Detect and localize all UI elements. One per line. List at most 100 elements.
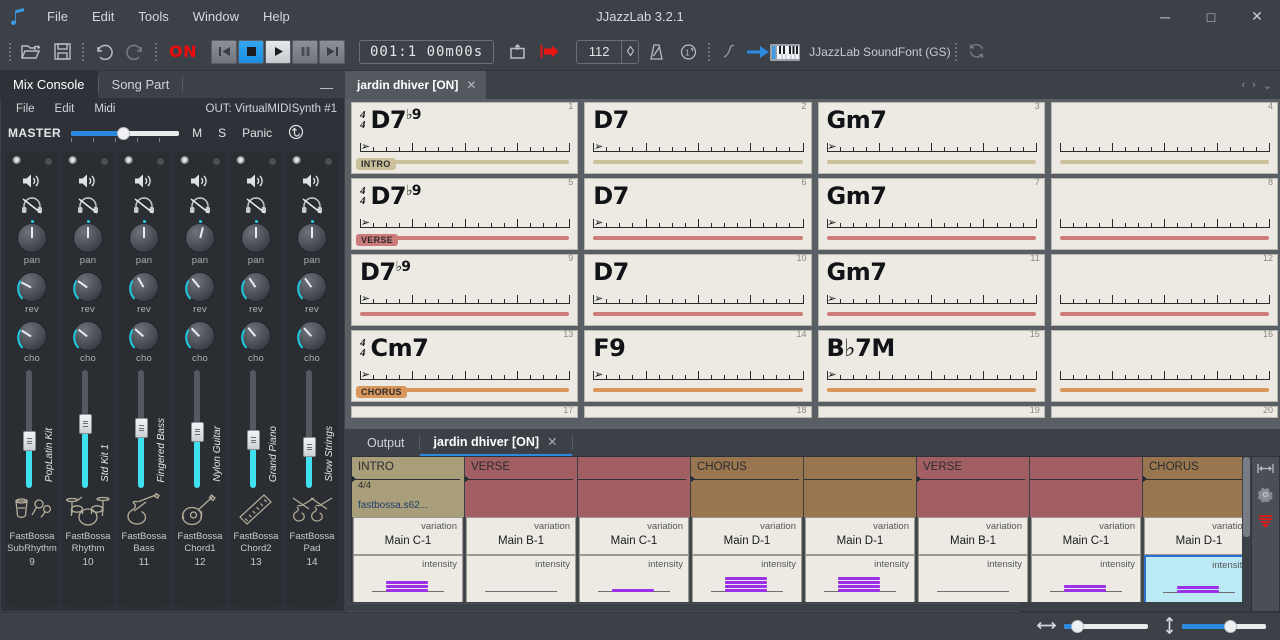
menu-help[interactable]: Help [252,5,301,28]
tab-song-structure[interactable]: jardin dhiver [ON] ✕ [420,429,572,456]
loop-playback-icon[interactable] [502,38,532,66]
intensity-cell[interactable]: intensity [1031,555,1141,605]
knob-cho[interactable]: cho [129,321,159,364]
editor-hscrollbar-area[interactable] [348,603,1020,612]
settings-gear-icon[interactable]: ✺ [68,156,77,167]
settings-gear-icon[interactable]: ✺ [236,156,245,167]
knob-dial[interactable] [73,321,103,351]
intensity-widget[interactable] [937,576,1009,598]
chord-symbol[interactable]: F9 [593,335,625,362]
vscroll-thumb[interactable] [1243,457,1250,537]
variation-cell[interactable]: variation Main B-1 [466,517,576,555]
knob-pan[interactable]: pan [241,223,271,266]
chord-symbol[interactable]: D7 [593,183,629,210]
knob-cho[interactable]: cho [241,321,271,364]
knob-dial[interactable] [185,272,215,302]
song-part-column[interactable]: VERSE variation Main B-1 intensity [917,457,1030,611]
knob-dial[interactable] [185,223,215,253]
editor-hscrollbar-thumb[interactable] [348,604,1020,611]
knob-pan[interactable]: pan [129,223,159,266]
chord-sheet-bar[interactable]: 2 D7 ➢ [584,102,811,174]
spinner-updown-icon[interactable] [621,41,638,63]
chord-symbol[interactable]: Gm7 [827,259,887,286]
master-mute-button[interactable]: M [189,126,205,140]
chord-sheet-bar[interactable]: 13 44Cm7 ➢ CHORUS [351,330,578,402]
knob-cho[interactable]: cho [17,321,47,364]
vertical-zoom-slider[interactable] [1182,620,1266,633]
chord-symbol[interactable]: D7♭9 [371,183,421,210]
horizontal-zoom-slider[interactable] [1064,620,1148,633]
tab-next-icon[interactable]: › [1252,79,1256,91]
chord-symbol[interactable]: B♭7M [827,335,895,362]
variation-cell[interactable]: variation Main D-1 [805,517,915,555]
volume-fader-area[interactable]: Slow Strings [286,370,338,488]
chord-sheet-bar[interactable]: 8 [1051,178,1278,250]
variation-cell[interactable]: variation Main C-1 [579,517,689,555]
intensity-widget[interactable] [1050,576,1122,598]
volume-fader-area[interactable]: Std Kit 1 [62,370,114,488]
volume-fader[interactable] [135,370,146,488]
intensity-cell[interactable]: intensity [579,555,689,605]
chord-sheet-bar[interactable]: 7 Gm7 ➢ [818,178,1045,250]
section-marker[interactable]: CHORUS [356,386,407,398]
knob-rev[interactable]: rev [73,272,103,315]
knob-dial[interactable] [17,321,47,351]
knob-cho[interactable]: cho [297,321,327,364]
midi-on-button[interactable]: ON [161,42,205,61]
settings-gear-icon[interactable]: ✺ [292,156,301,167]
solo-headphone-icon[interactable] [189,197,211,217]
mix-menu-midi[interactable]: Midi [85,101,124,117]
song-part-header[interactable]: VERSE [917,457,1029,517]
volume-fader[interactable] [247,370,258,488]
mixer-channel-strip[interactable]: ✺ pan rev [230,152,282,607]
intensity-cell[interactable]: intensity [805,555,915,605]
mute-speaker-icon[interactable] [134,173,154,192]
intensity-widget[interactable] [1163,577,1235,599]
solo-headphone-icon[interactable] [301,197,323,217]
intensity-cell[interactable]: intensity [1144,555,1252,605]
metronome-icon[interactable] [641,38,671,66]
output-synth-name[interactable]: JJazzLab SoundFont (GS) [809,45,950,59]
intensity-cell[interactable]: intensity [353,555,463,605]
song-part-header[interactable] [578,457,690,517]
volume-fader-area[interactable]: Nylon Guitar [174,370,226,488]
variation-cell[interactable]: variation Main C-1 [1031,517,1141,555]
tab-prev-icon[interactable]: ‹ [1241,79,1245,91]
red-arrow-icon[interactable] [534,38,564,66]
minimize-dock-icon[interactable]: — [308,71,345,98]
song-part-column[interactable]: CHORUS variation Main D-1 intensity [1143,457,1252,611]
section-marker[interactable]: INTRO [356,158,396,170]
stop-icon[interactable] [238,40,264,64]
knob-dial[interactable] [241,223,271,253]
song-part-header[interactable]: INTRO 4/4 fastbossa.s62... [352,457,464,517]
chord-sheet-bar[interactable]: 16 [1051,330,1278,402]
chevron-down-icon[interactable]: ⌄ [1263,79,1272,92]
reset-all-icon[interactable] [285,124,307,143]
chord-symbol[interactable]: Cm7 [371,335,429,362]
mute-speaker-icon[interactable] [22,173,42,192]
settings-gear-icon[interactable]: ✺ [180,156,189,167]
mix-menu-edit[interactable]: Edit [46,101,84,117]
intensity-widget[interactable] [824,576,896,598]
vertical-zoom-control[interactable] [1164,616,1266,638]
tab-jardin-dhiver[interactable]: jardin dhiver [ON] ✕ [345,71,486,99]
close-icon[interactable]: ✕ [466,78,476,92]
variation-cell[interactable]: variation Main C-1 [353,517,463,555]
chord-sheet-bar[interactable]: 10 D7 ➢ [584,254,811,326]
knob-dial[interactable] [297,321,327,351]
fader-thumb[interactable] [79,414,92,434]
chord-sheet-bar[interactable]: 17 [351,406,578,418]
song-part-header[interactable]: VERSE [465,457,577,517]
chord-sheet-editor[interactable]: 1 44D7♭9 ➢ INTRO 2 D7 ➢ 3 Gm7 ➢ [345,99,1280,429]
vertical-scrollbar[interactable] [1242,457,1251,602]
pause-icon[interactable] [292,40,318,64]
volume-fader-area[interactable]: Fingered Bass [118,370,170,488]
mixer-channel-strip[interactable]: ✺ pan rev [6,152,58,607]
tempo-control[interactable]: 112 [576,40,639,64]
mute-speaker-icon[interactable] [302,173,322,192]
mixer-channel-strip[interactable]: ✺ pan rev [174,152,226,607]
chord-symbol[interactable]: D7 [593,259,629,286]
song-part-column[interactable]: variation Main D-1 intensity [804,457,917,611]
solo-headphone-icon[interactable] [21,197,43,217]
song-part-column[interactable]: CHORUS variation Main D-1 intensity [691,457,804,611]
